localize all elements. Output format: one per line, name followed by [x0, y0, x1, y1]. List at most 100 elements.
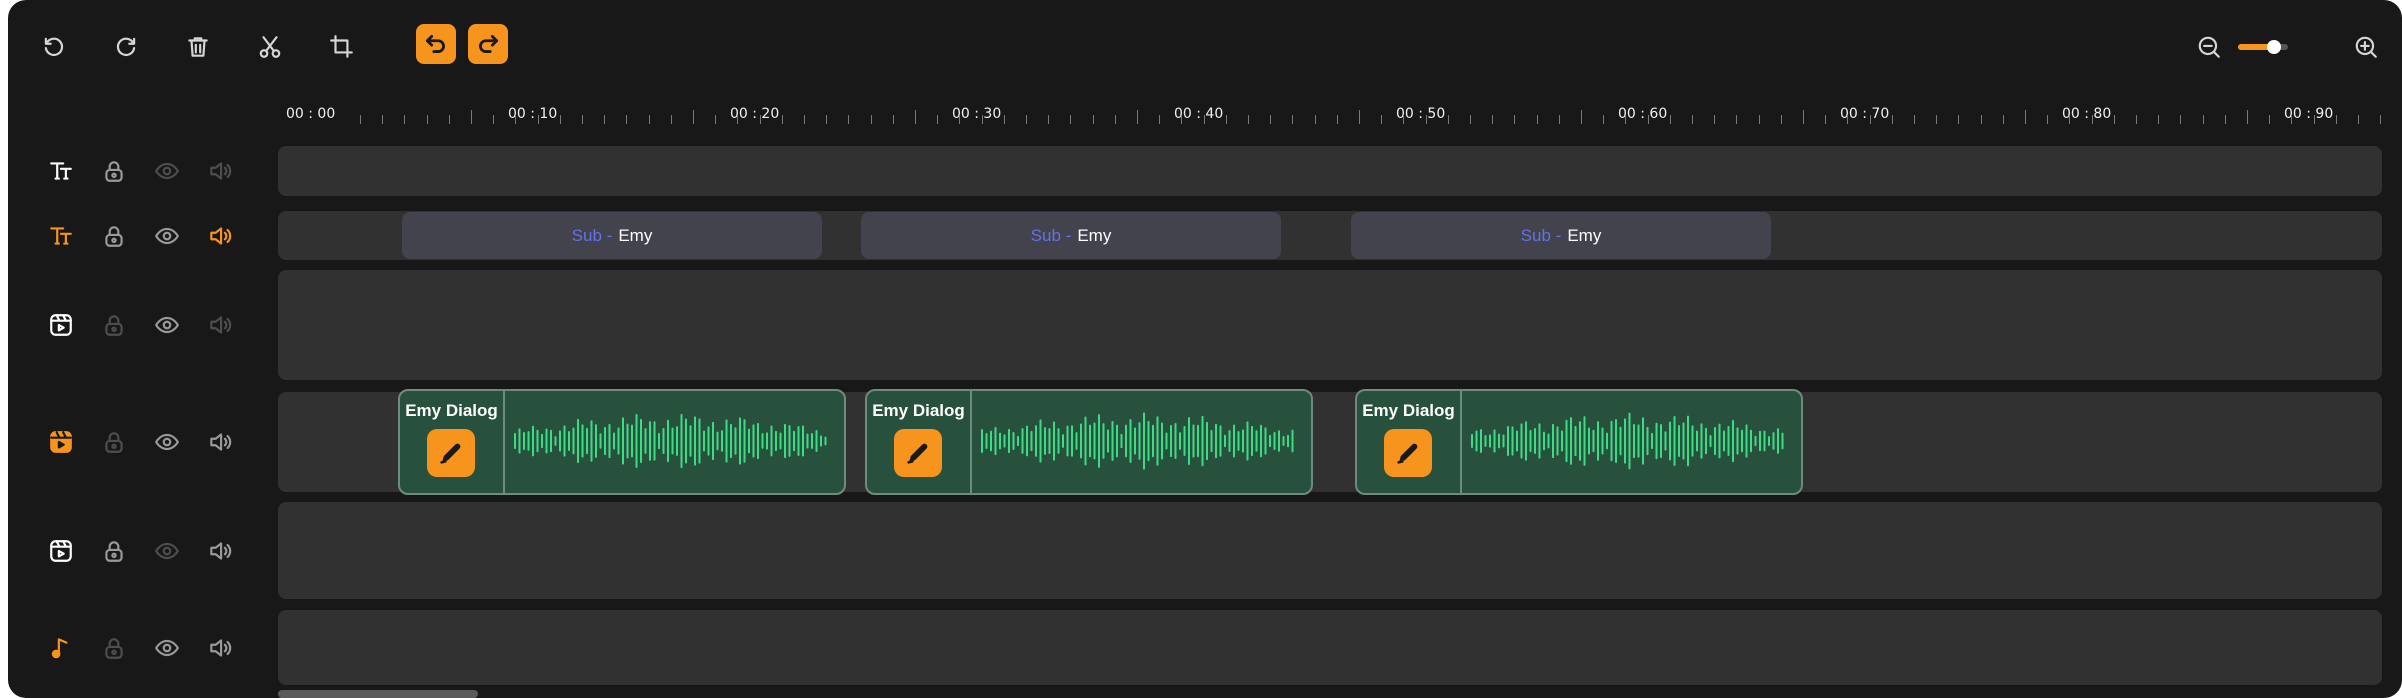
- undo-icon: [425, 35, 445, 53]
- speaker-icon[interactable]: [205, 310, 235, 340]
- pencil-icon: [440, 443, 461, 464]
- ruler-tick: [360, 115, 361, 124]
- track-lane-video[interactable]: [278, 270, 2382, 380]
- ruler-tick: [559, 115, 561, 124]
- lock-icon[interactable]: [99, 633, 129, 663]
- zoom-slider[interactable]: [2238, 40, 2288, 54]
- speaker-icon[interactable]: [205, 427, 235, 457]
- undo-button[interactable]: [416, 24, 456, 64]
- ruler-tick: [1581, 110, 1582, 124]
- ruler-tick: [404, 115, 406, 124]
- horizontal-scrollbar[interactable]: [278, 690, 478, 698]
- music-note-icon: [46, 633, 76, 663]
- ruler-tick: [2091, 115, 2093, 124]
- ruler-tick: [1714, 115, 1716, 124]
- subtitle-clip[interactable]: Sub - Emy: [402, 212, 822, 259]
- eye-icon[interactable]: [152, 633, 182, 663]
- ruler-tick: [1114, 115, 1116, 124]
- lock-icon[interactable]: [99, 427, 129, 457]
- speaker-icon[interactable]: [205, 536, 235, 566]
- ruler-tick: [1980, 115, 1982, 124]
- ruler-tick: [1203, 115, 1205, 124]
- speaker-icon[interactable]: [205, 156, 235, 186]
- ruler-tick: [870, 115, 872, 124]
- ruler-tick: [582, 115, 583, 124]
- zoom-in-button[interactable]: [2346, 27, 2386, 67]
- rotate-left-button[interactable]: [34, 27, 74, 67]
- ruler-tick: [848, 115, 850, 124]
- lock-icon[interactable]: [99, 221, 129, 251]
- subtitle-clip-prefix: Sub -: [1030, 225, 1072, 245]
- edit-dialog-button[interactable]: [894, 429, 942, 477]
- ruler-label: 00 : 00: [286, 106, 336, 122]
- ruler-tick: [2002, 115, 2004, 124]
- eye-icon[interactable]: [152, 310, 182, 340]
- crop-button[interactable]: [322, 27, 362, 67]
- ruler-tick: [737, 115, 739, 124]
- eye-icon[interactable]: [152, 536, 182, 566]
- ruler-tick: [1381, 115, 1383, 124]
- rotate-right-icon: [116, 37, 136, 57]
- zoom-out-icon: [2198, 36, 2220, 58]
- ruler-tick: [1092, 115, 1094, 124]
- ruler-tick: [1647, 115, 1649, 124]
- text-icon: [46, 221, 76, 251]
- ruler-tick: [2113, 115, 2115, 124]
- lock-icon[interactable]: [99, 156, 129, 186]
- edit-dialog-button[interactable]: [1384, 429, 1432, 477]
- speaker-icon[interactable]: [205, 633, 235, 663]
- track-lane-text[interactable]: [278, 146, 2382, 196]
- ruler-tick: [604, 115, 606, 124]
- track-lane-video[interactable]: [278, 502, 2382, 599]
- eye-icon[interactable]: [152, 221, 182, 251]
- eye-icon[interactable]: [152, 427, 182, 457]
- delete-button[interactable]: [178, 27, 218, 67]
- rotate-right-button[interactable]: [106, 27, 146, 67]
- zoom-in-icon: [2355, 36, 2377, 58]
- ruler-tick: [1891, 115, 1893, 124]
- track-header-text: [8, 146, 278, 196]
- ruler-tick: [781, 115, 783, 124]
- time-ruler[interactable]: 00 : 00 00 : 10 00 : 20 00 : 30 00 : 40 00 : …: [278, 100, 2402, 130]
- rotate-left-icon: [44, 37, 64, 57]
- zoom-out-button[interactable]: [2189, 27, 2229, 67]
- ruler-tick: [1914, 115, 1915, 124]
- eye-icon[interactable]: [152, 156, 182, 186]
- ruler-tick: [1137, 110, 1138, 124]
- ruler-tick: [1692, 115, 1693, 124]
- cut-button[interactable]: [250, 27, 290, 67]
- ruler-tick: [2291, 115, 2293, 124]
- ruler-tick: [1270, 115, 1272, 124]
- zoom-slider-handle[interactable]: [2267, 40, 2281, 54]
- lock-icon[interactable]: [99, 310, 129, 340]
- dialog-clip-title: Emy Dialog: [872, 401, 965, 420]
- subtitle-clip[interactable]: Sub - Emy: [861, 212, 1281, 259]
- crop-icon: [330, 35, 353, 58]
- ruler-tick: [1159, 115, 1161, 124]
- track-lane-music[interactable]: [278, 610, 2382, 685]
- ruler-tick: [2180, 115, 2182, 124]
- dialog-clip[interactable]: Emy Dialog: [865, 389, 1313, 495]
- video-icon: [46, 536, 76, 566]
- ruler-tick: [1936, 115, 1938, 124]
- dialog-clip-title: Emy Dialog: [405, 401, 498, 420]
- ruler-tick: [2224, 115, 2226, 124]
- ruler-tick: [1625, 115, 1627, 124]
- subtitle-clip[interactable]: Sub - Emy: [1351, 212, 1771, 259]
- pencil-icon: [1397, 443, 1418, 464]
- subtitle-clip-prefix: Sub -: [1520, 225, 1562, 245]
- lock-icon[interactable]: [99, 536, 129, 566]
- speaker-icon[interactable]: [205, 221, 235, 251]
- ruler-tick: [1336, 115, 1338, 124]
- dialog-clip[interactable]: Emy Dialog: [398, 389, 846, 495]
- ruler-tick: [2269, 115, 2271, 124]
- ruler-tick: [915, 110, 916, 124]
- dialog-clip[interactable]: Emy Dialog: [1355, 389, 1803, 495]
- redo-icon: [479, 35, 499, 53]
- edit-dialog-button[interactable]: [427, 429, 475, 477]
- ruler-tick: [1470, 115, 1471, 124]
- ruler-tick: [2313, 115, 2315, 124]
- audio-waveform: [512, 409, 830, 473]
- audio-waveform: [979, 409, 1297, 473]
- redo-button[interactable]: [468, 24, 508, 64]
